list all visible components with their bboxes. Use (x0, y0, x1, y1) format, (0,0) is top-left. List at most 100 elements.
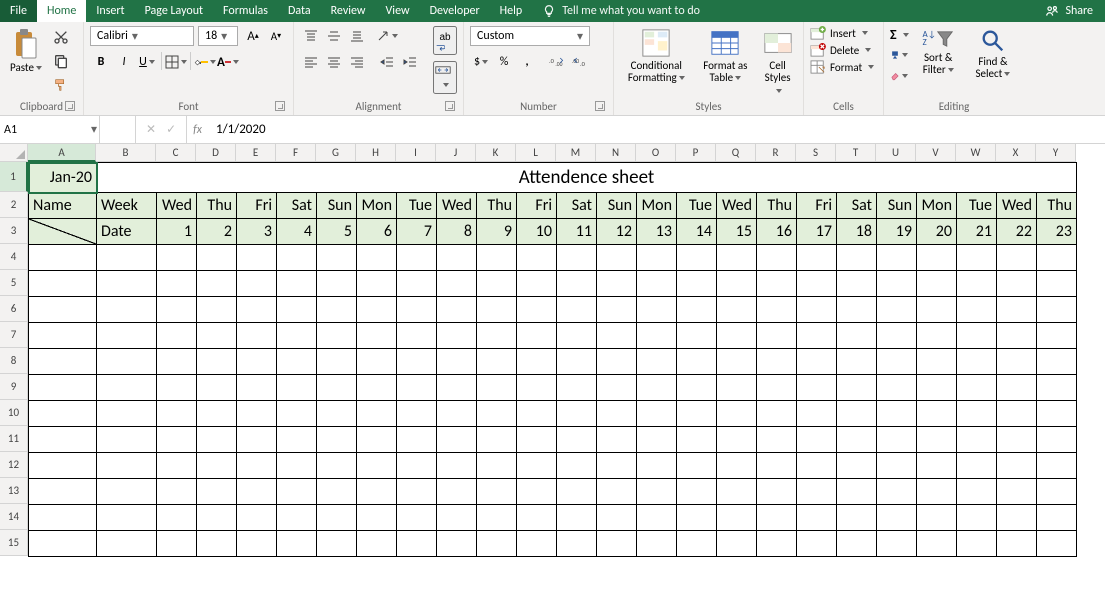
cell-X5[interactable] (997, 271, 1037, 297)
cell-Y4[interactable] (1037, 245, 1077, 271)
cell-T2[interactable]: Sat (837, 193, 877, 219)
cell-T9[interactable] (837, 375, 877, 401)
cell-R6[interactable] (757, 297, 797, 323)
cell-A2[interactable]: Name (29, 193, 97, 219)
cell-C3[interactable]: 1 (157, 219, 197, 245)
cell-O10[interactable] (637, 401, 677, 427)
cell-L8[interactable] (517, 349, 557, 375)
cell-D6[interactable] (197, 297, 237, 323)
cell-R8[interactable] (757, 349, 797, 375)
cell-F14[interactable] (277, 505, 317, 531)
cell-B4[interactable] (97, 245, 157, 271)
cell-G15[interactable] (317, 531, 357, 557)
cell-Q8[interactable] (717, 349, 757, 375)
row-header-13[interactable]: 13 (0, 478, 28, 504)
col-header-I[interactable]: I (396, 144, 436, 162)
cell-M9[interactable] (557, 375, 597, 401)
cell-M8[interactable] (557, 349, 597, 375)
name-box[interactable]: A1▾ (0, 116, 100, 143)
cell-J6[interactable] (437, 297, 477, 323)
cell-S15[interactable] (797, 531, 837, 557)
cell-T5[interactable] (837, 271, 877, 297)
align-middle-button[interactable] (323, 26, 345, 46)
cell-X2[interactable]: Wed (997, 193, 1037, 219)
cell-N2[interactable]: Sun (597, 193, 637, 219)
cell-F13[interactable] (277, 479, 317, 505)
cell-J5[interactable] (437, 271, 477, 297)
cell-M2[interactable]: Sat (557, 193, 597, 219)
cell-K4[interactable] (477, 245, 517, 271)
cell-L7[interactable] (517, 323, 557, 349)
cell-E8[interactable] (237, 349, 277, 375)
cell-I3[interactable]: 7 (397, 219, 437, 245)
cell-X10[interactable] (997, 401, 1037, 427)
conditional-formatting-button[interactable]: Conditional Formatting (620, 26, 693, 86)
format-cells-button[interactable]: Format (810, 60, 874, 74)
row-headers[interactable]: 123456789101112131415 (0, 162, 28, 556)
cell-P6[interactable] (677, 297, 717, 323)
cell-B7[interactable] (97, 323, 157, 349)
cell-B2[interactable]: Week (97, 193, 157, 219)
cell-M7[interactable] (557, 323, 597, 349)
cell-H11[interactable] (357, 427, 397, 453)
cell-H13[interactable] (357, 479, 397, 505)
cell-B10[interactable] (97, 401, 157, 427)
cell-E14[interactable] (237, 505, 277, 531)
cell-I7[interactable] (397, 323, 437, 349)
cell-C6[interactable] (157, 297, 197, 323)
cell-R12[interactable] (757, 453, 797, 479)
cell-H4[interactable] (357, 245, 397, 271)
cell-R13[interactable] (757, 479, 797, 505)
cell-S12[interactable] (797, 453, 837, 479)
cell-A5[interactable] (29, 271, 97, 297)
cell-J14[interactable] (437, 505, 477, 531)
cell-S5[interactable] (797, 271, 837, 297)
cell-J7[interactable] (437, 323, 477, 349)
row-header-9[interactable]: 9 (0, 374, 28, 400)
cell-S2[interactable]: Fri (797, 193, 837, 219)
cell-H5[interactable] (357, 271, 397, 297)
cell-N10[interactable] (597, 401, 637, 427)
cell-N14[interactable] (597, 505, 637, 531)
cell-T11[interactable] (837, 427, 877, 453)
cell-Q7[interactable] (717, 323, 757, 349)
cell-X14[interactable] (997, 505, 1037, 531)
cell-W15[interactable] (957, 531, 997, 557)
cell-C10[interactable] (157, 401, 197, 427)
col-header-O[interactable]: O (636, 144, 676, 162)
cell-H9[interactable] (357, 375, 397, 401)
cell-Y11[interactable] (1037, 427, 1077, 453)
cell-Y2[interactable]: Thu (1037, 193, 1077, 219)
cell-F4[interactable] (277, 245, 317, 271)
cell-Q12[interactable] (717, 453, 757, 479)
sort-filter-button[interactable]: A↓Z Sort & Filter (915, 26, 962, 78)
cell-T3[interactable]: 18 (837, 219, 877, 245)
cell-Q6[interactable] (717, 297, 757, 323)
cell-E11[interactable] (237, 427, 277, 453)
row-header-6[interactable]: 6 (0, 296, 28, 322)
fx-button[interactable]: fx (187, 116, 208, 143)
cell-V14[interactable] (917, 505, 957, 531)
cell-P7[interactable] (677, 323, 717, 349)
cell-Q13[interactable] (717, 479, 757, 505)
cell-X6[interactable] (997, 297, 1037, 323)
cell-O2[interactable]: Mon (637, 193, 677, 219)
cell-V8[interactable] (917, 349, 957, 375)
col-header-H[interactable]: H (356, 144, 396, 162)
cell-N8[interactable] (597, 349, 637, 375)
cell-K9[interactable] (477, 375, 517, 401)
cell-T4[interactable] (837, 245, 877, 271)
cell-U10[interactable] (877, 401, 917, 427)
cell-C7[interactable] (157, 323, 197, 349)
cell-F10[interactable] (277, 401, 317, 427)
col-header-P[interactable]: P (676, 144, 716, 162)
cell-V5[interactable] (917, 271, 957, 297)
cell-F9[interactable] (277, 375, 317, 401)
cell-V15[interactable] (917, 531, 957, 557)
paste-button[interactable]: Paste (6, 26, 46, 76)
cell-C9[interactable] (157, 375, 197, 401)
cell-W3[interactable]: 21 (957, 219, 997, 245)
formula-bar[interactable]: 1/1/2020 (208, 116, 1105, 143)
cell-I6[interactable] (397, 297, 437, 323)
tab-developer[interactable]: Developer (420, 0, 490, 22)
